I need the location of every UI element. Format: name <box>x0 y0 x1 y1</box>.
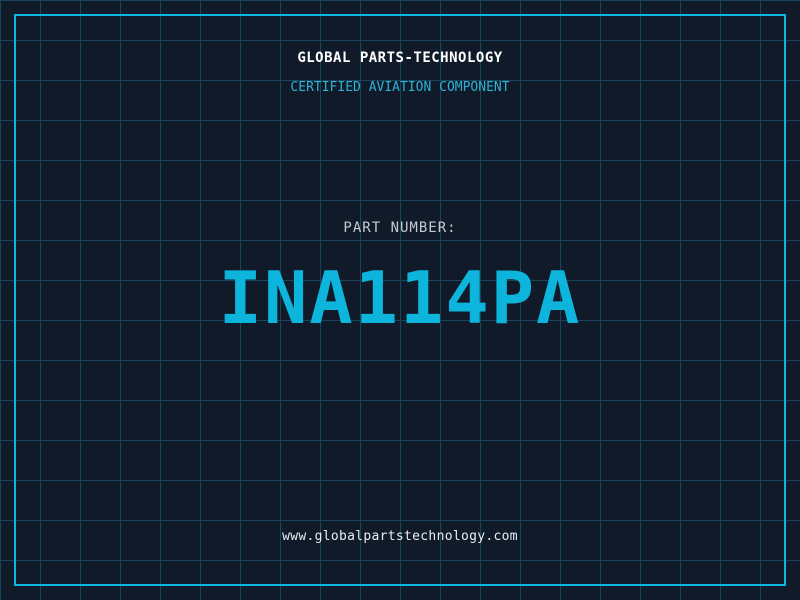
part-number-value: INA114PA <box>0 262 800 334</box>
website-url: www.globalpartstechnology.com <box>0 530 800 543</box>
company-name: GLOBAL PARTS-TECHNOLOGY <box>0 51 800 65</box>
part-number-label: PART NUMBER: <box>0 221 800 235</box>
certification-tagline: CERTIFIED AVIATION COMPONENT <box>0 81 800 94</box>
part-label-card: GLOBAL PARTS-TECHNOLOGY CERTIFIED AVIATI… <box>0 0 800 600</box>
